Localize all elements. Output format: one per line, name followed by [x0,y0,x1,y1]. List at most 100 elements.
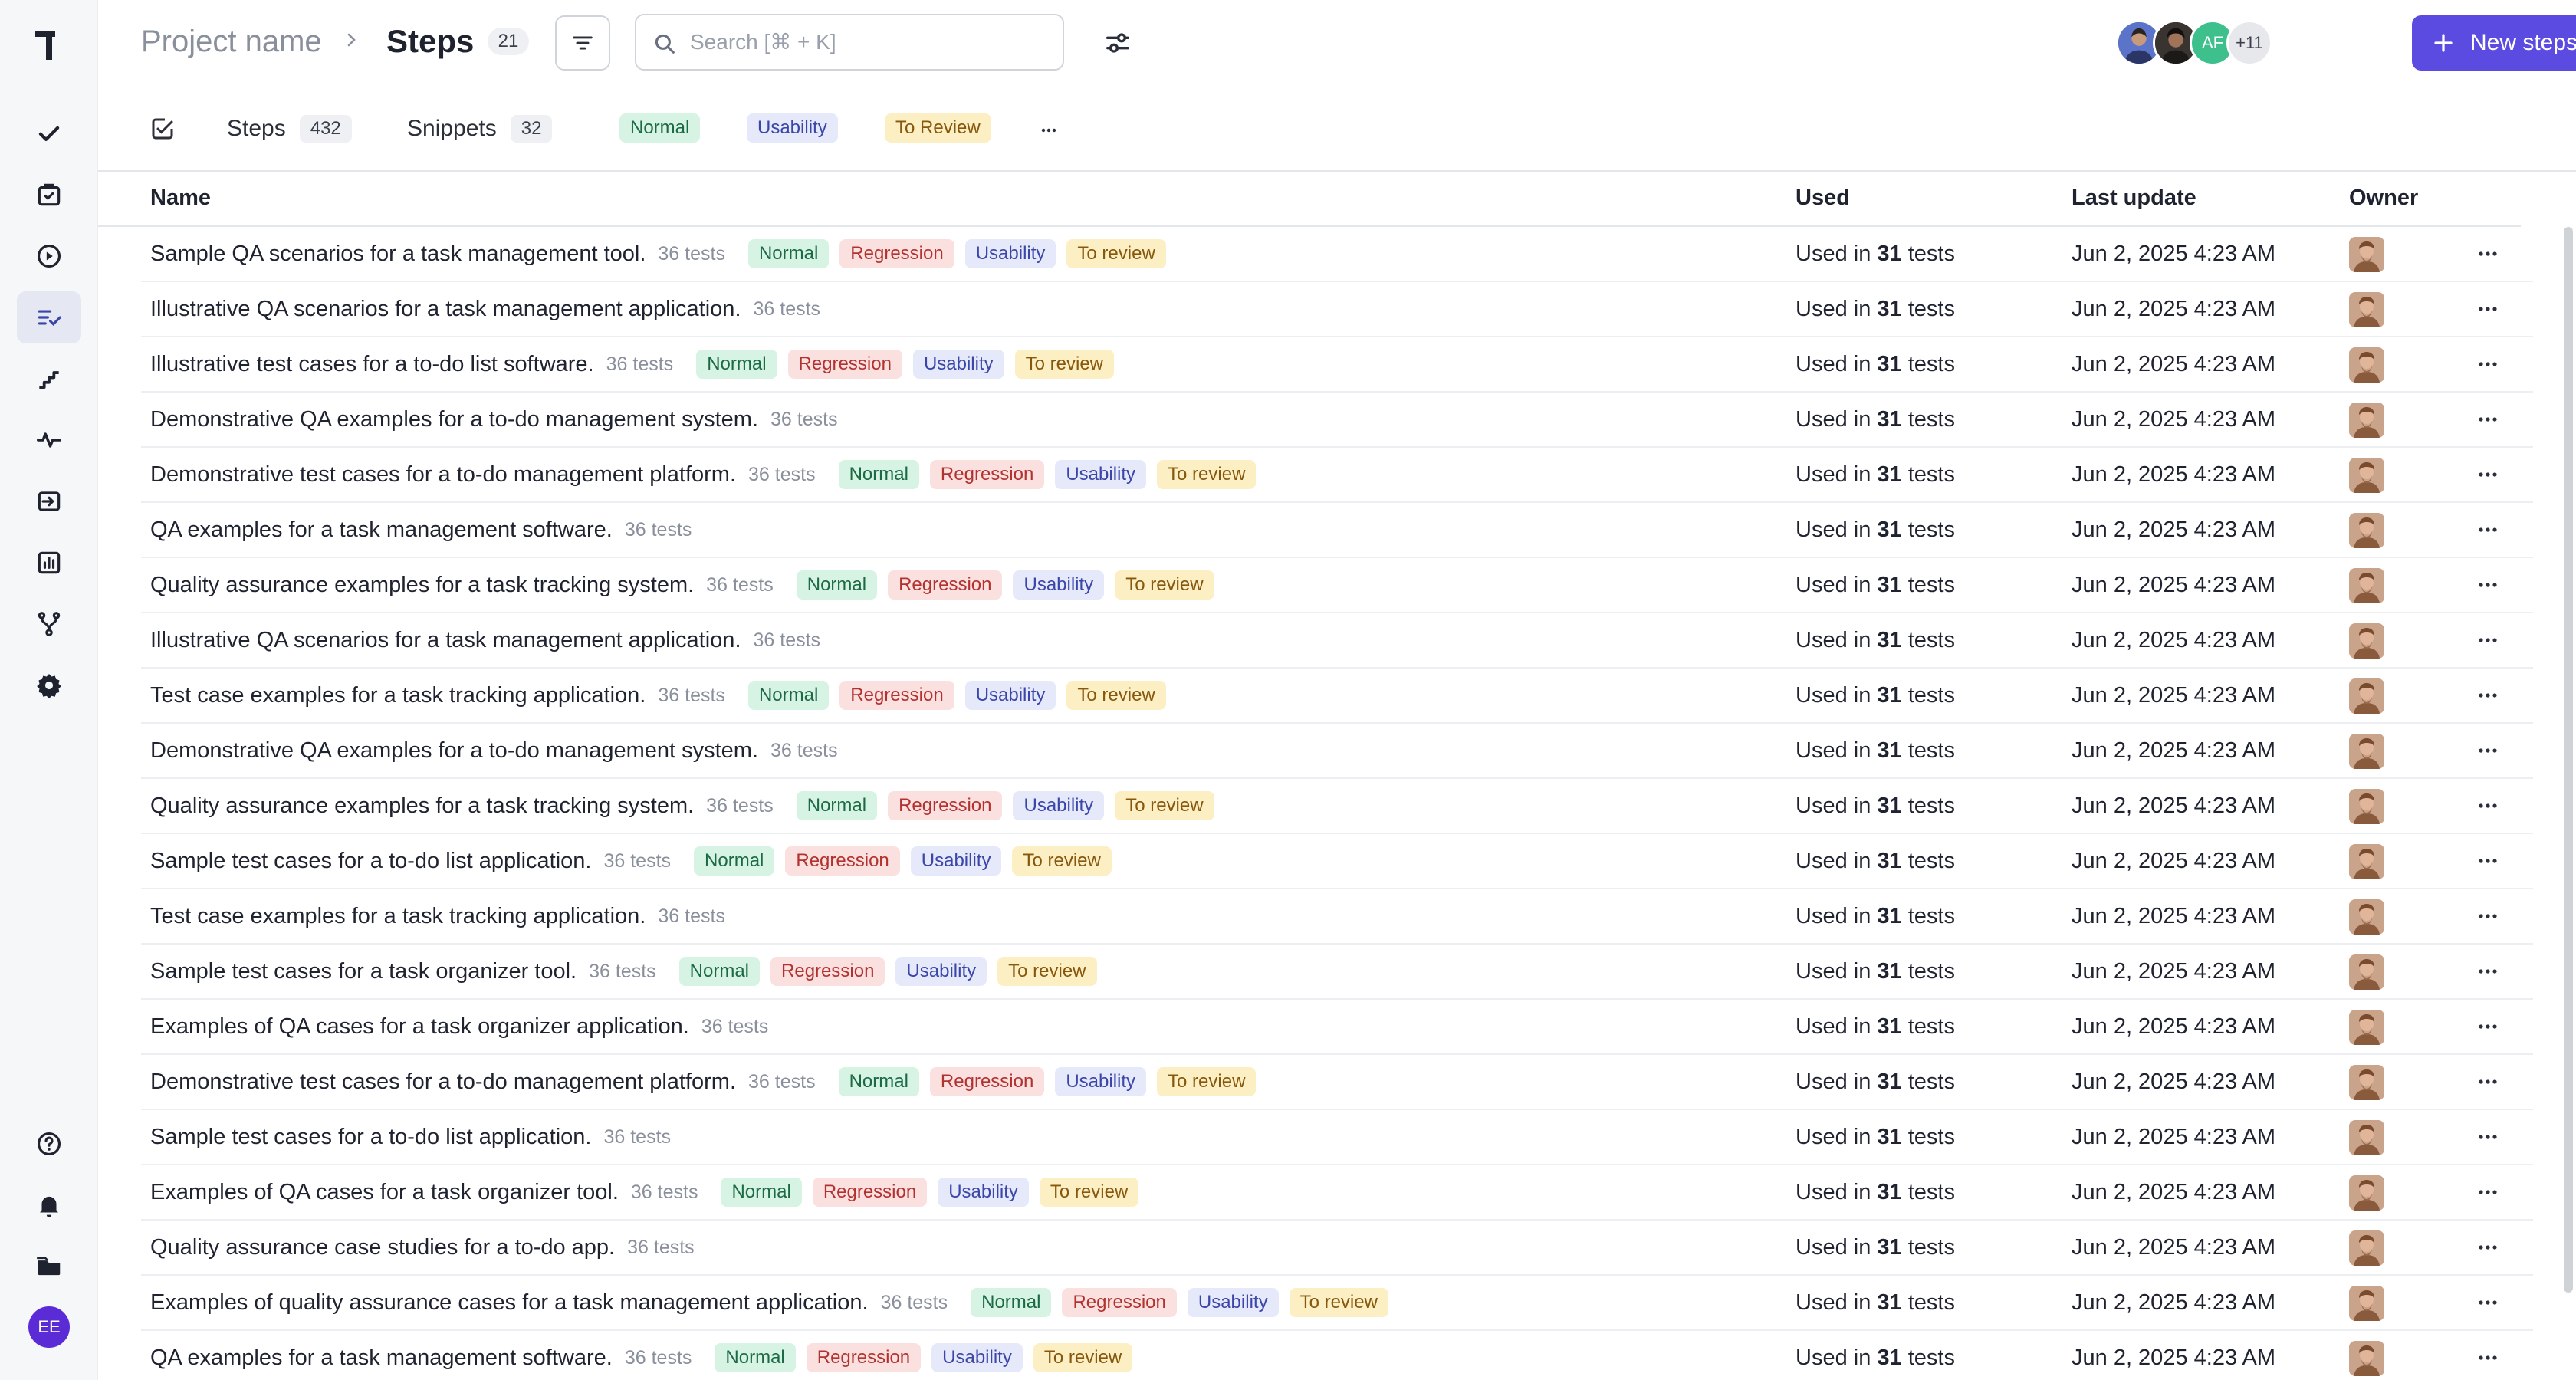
tag-review[interactable]: To review [1066,239,1166,268]
search-input[interactable] [690,25,1043,60]
table-row[interactable]: QA examples for a task management softwa… [141,503,2533,558]
tag-review[interactable]: To review [997,957,1097,986]
table-row[interactable]: Sample test cases for a to-do list appli… [141,1110,2533,1165]
step-name[interactable]: Quality assurance examples for a task tr… [150,794,694,819]
sidebar-item-import[interactable] [17,475,81,527]
column-header-used[interactable]: Used [1796,186,1850,211]
tag-normal[interactable]: Normal [838,460,919,489]
filter-chip-usability[interactable]: Usability [747,113,838,143]
owner-avatar[interactable] [2349,347,2384,383]
table-row[interactable]: Sample test cases for a task organizer t… [141,945,2533,1000]
sidebar-item-folders[interactable] [17,1240,81,1293]
more-options-icon[interactable] [2476,1293,2499,1313]
tag-regression[interactable]: Regression [888,570,1003,600]
owner-avatar[interactable] [2349,1120,2384,1155]
owner-avatar[interactable] [2349,1230,2384,1266]
table-row[interactable]: Quality assurance examples for a task tr… [141,779,2533,834]
tag-review[interactable]: To review [1157,460,1257,489]
table-row[interactable]: Examples of quality assurance cases for … [141,1276,2533,1331]
column-header-last-update[interactable]: Last update [2072,186,2196,211]
filter-chip-normal[interactable]: Normal [619,113,701,143]
step-name[interactable]: Quality assurance examples for a task tr… [150,573,694,598]
table-row[interactable]: Quality assurance examples for a task tr… [141,558,2533,613]
column-header-name[interactable]: Name [150,186,211,211]
tag-review[interactable]: To review [1066,681,1166,710]
tag-usability[interactable]: Usability [1055,460,1147,489]
tab-snippets[interactable]: Snippets 32 [407,115,553,143]
owner-avatar[interactable] [2349,844,2384,879]
tag-regression[interactable]: Regression [770,957,886,986]
table-row[interactable]: Demonstrative test cases for a to-do man… [141,448,2533,503]
more-options-icon[interactable] [2476,1127,2499,1147]
step-name[interactable]: Sample test cases for a to-do list appli… [150,1125,591,1150]
sidebar-item-notifications[interactable] [17,1179,81,1231]
step-name[interactable]: Examples of quality assurance cases for … [150,1290,869,1316]
tag-regression[interactable]: Regression [812,1178,928,1207]
more-options-icon[interactable] [2476,741,2499,761]
owner-avatar[interactable] [2349,955,2384,990]
scrollbar[interactable] [2564,227,2573,1293]
sidebar-item-reports[interactable] [17,537,81,589]
sidebar-item-steps[interactable] [17,291,81,343]
step-name[interactable]: Quality assurance case studies for a to-… [150,1235,615,1260]
more-filters-icon[interactable] [1038,121,1060,140]
table-row[interactable]: Quality assurance case studies for a to-… [141,1221,2533,1276]
owner-avatar[interactable] [2349,402,2384,438]
tag-review[interactable]: To review [1115,570,1214,600]
table-row[interactable]: Illustrative test cases for a to-do list… [141,337,2533,393]
step-name[interactable]: Sample QA scenarios for a task managemen… [150,242,646,267]
owner-avatar[interactable] [2349,1286,2384,1321]
tag-regression[interactable]: Regression [806,1343,922,1372]
tag-usability[interactable]: Usability [910,846,1002,876]
more-collaborators-badge[interactable]: +11 [2226,20,2272,66]
owner-avatar[interactable] [2349,734,2384,769]
tag-normal[interactable]: Normal [694,846,775,876]
table-row[interactable]: Test case examples for a task tracking a… [141,669,2533,724]
tag-regression[interactable]: Regression [929,460,1045,489]
owner-avatar[interactable] [2349,1341,2384,1376]
sidebar-item-stairs[interactable] [17,353,81,405]
view-settings-button[interactable] [1096,21,1139,64]
owner-avatar[interactable] [2349,789,2384,824]
more-options-icon[interactable] [2476,244,2499,264]
breadcrumb-project[interactable]: Project name [141,25,322,59]
tag-normal[interactable]: Normal [748,681,830,710]
owner-avatar[interactable] [2349,513,2384,548]
step-name[interactable]: QA examples for a task management softwa… [150,1346,613,1371]
table-row[interactable]: QA examples for a task management softwa… [141,1331,2533,1380]
tag-usability[interactable]: Usability [1013,570,1105,600]
tag-usability[interactable]: Usability [964,239,1056,268]
tag-usability[interactable]: Usability [1055,1067,1147,1096]
tag-regression[interactable]: Regression [929,1067,1045,1096]
tag-usability[interactable]: Usability [1187,1288,1279,1317]
owner-avatar[interactable] [2349,568,2384,603]
step-name[interactable]: Demonstrative QA examples for a to-do ma… [150,738,758,764]
more-options-icon[interactable] [2476,906,2499,926]
table-row[interactable]: Demonstrative QA examples for a to-do ma… [141,393,2533,448]
tag-regression[interactable]: Regression [840,681,955,710]
tag-usability[interactable]: Usability [938,1178,1029,1207]
step-name[interactable]: Illustrative test cases for a to-do list… [150,352,594,377]
tag-regression[interactable]: Regression [888,791,1003,820]
filter-chip-to-review[interactable]: To Review [885,113,991,143]
tag-regression[interactable]: Regression [787,350,902,379]
new-steps-button[interactable]: New steps [2412,15,2576,71]
more-options-icon[interactable] [2476,1348,2499,1368]
more-options-icon[interactable] [2476,961,2499,981]
search-box[interactable] [635,14,1064,71]
column-header-owner[interactable]: Owner [2349,186,2418,211]
more-options-icon[interactable] [2476,409,2499,429]
owner-avatar[interactable] [2349,1010,2384,1045]
more-options-icon[interactable] [2476,465,2499,485]
step-name[interactable]: Test case examples for a task tracking a… [150,904,646,929]
owner-avatar[interactable] [2349,1175,2384,1211]
filter-button[interactable] [555,15,610,71]
sidebar-item-activity[interactable] [17,414,81,466]
step-name[interactable]: Sample test cases for a to-do list appli… [150,849,591,874]
table-row[interactable]: Sample QA scenarios for a task managemen… [141,227,2533,282]
sidebar-item-help[interactable] [17,1118,81,1170]
sidebar-item-clipboard[interactable] [17,169,81,221]
tag-usability[interactable]: Usability [1013,791,1105,820]
owner-avatar[interactable] [2349,458,2384,493]
tag-normal[interactable]: Normal [838,1067,919,1096]
